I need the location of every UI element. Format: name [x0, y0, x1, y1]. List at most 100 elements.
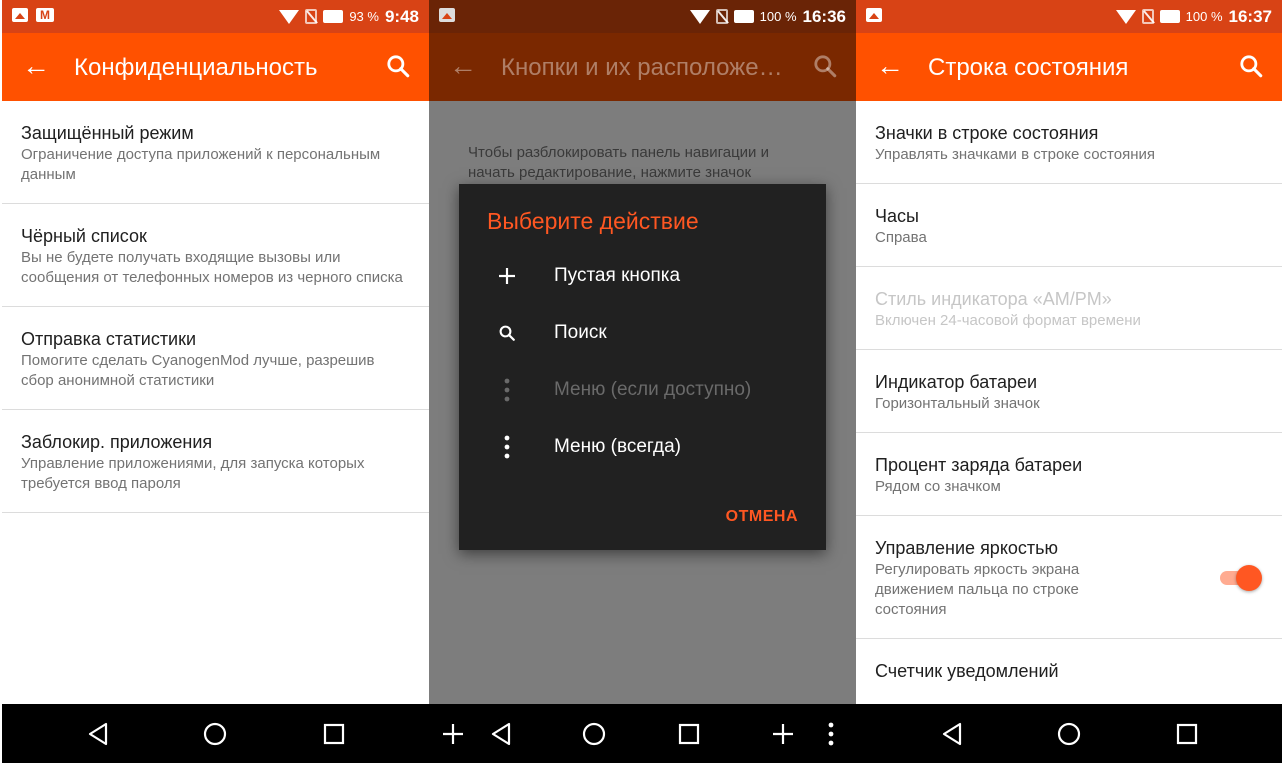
toolbar: ← Кнопки и их расположе…: [429, 33, 856, 101]
list-item-statistics[interactable]: Отправка статистики Помогите сделать Cya…: [2, 307, 429, 410]
option-menu-always[interactable]: Меню (всегда): [459, 418, 826, 475]
dialog-title: Выберите действие: [487, 208, 699, 234]
item-summary: Вы не будете получать входящие вызовы ил…: [21, 249, 403, 286]
no-sim-icon: [715, 9, 728, 24]
list-item-brightness-control[interactable]: Управление яркостью Регулировать яркость…: [856, 516, 1282, 639]
status-bar: M 93 % 9:48: [2, 0, 429, 33]
item-title: Значки в строке состояния: [875, 123, 1099, 143]
gmail-notification-icon: M: [36, 8, 54, 22]
item-title: Заблокир. приложения: [21, 432, 213, 452]
list-item-notification-count[interactable]: Счетчик уведомлений: [856, 639, 1282, 701]
battery-icon: [733, 10, 754, 23]
item-title: Процент заряда батареи: [875, 455, 1083, 475]
search-icon[interactable]: [1238, 53, 1264, 79]
option-label: Меню (всегда): [554, 435, 681, 457]
wifi-icon: [1115, 9, 1136, 24]
status-bar: 100 % 16:37: [856, 0, 1282, 33]
instruction-text: Чтобы разблокировать панель навигации и …: [468, 144, 769, 181]
item-summary: Включен 24-часовой формат времени: [875, 312, 1141, 329]
clock: 16:37: [1228, 6, 1272, 26]
item-summary: Справа: [875, 229, 927, 246]
item-title: Часы: [875, 206, 919, 226]
nav-plus-icon[interactable]: [437, 704, 469, 763]
item-summary: Горизонтальный значок: [875, 395, 1040, 412]
page-title: Строка состояния: [928, 54, 1129, 81]
toolbar: ← Строка состояния: [856, 33, 1282, 101]
battery-percent: 100 %: [1185, 9, 1223, 24]
option-empty-button[interactable]: Пустая кнопка: [459, 247, 826, 304]
battery-percent: 100 %: [759, 9, 797, 24]
screen-buttons-layout: 100 % 16:36 ← Кнопки и их расположе… Что…: [429, 0, 856, 763]
cancel-button[interactable]: ОТМЕНА: [726, 508, 798, 526]
back-arrow-icon[interactable]: ←: [22, 51, 50, 81]
list-item-protected-mode[interactable]: Защищённый режим Ограничение доступа при…: [2, 101, 429, 204]
navigation-bar: [429, 704, 856, 763]
item-summary: Ограничение доступа приложений к персона…: [21, 146, 381, 183]
page-title: Конфиденциальность: [74, 54, 318, 81]
item-summary: Помогите сделать CyanogenMod лучше, разр…: [21, 352, 375, 389]
option-label: Пустая кнопка: [554, 264, 681, 286]
image-notification-icon: [12, 8, 28, 22]
back-arrow-icon[interactable]: ←: [876, 51, 904, 81]
wifi-icon: [279, 9, 300, 24]
nav-recents-icon[interactable]: [669, 704, 709, 763]
nav-back-icon[interactable]: [481, 704, 521, 763]
navigation-bar: [2, 704, 429, 763]
plus-icon: [459, 267, 554, 285]
status-bar: 100 % 16:36: [429, 0, 856, 33]
nav-back-icon[interactable]: [932, 704, 972, 763]
more-vert-icon: [459, 378, 554, 402]
item-summary: Управление приложениями, для запуска кот…: [21, 455, 365, 492]
battery-icon: [1159, 10, 1180, 23]
nav-home-icon[interactable]: [195, 704, 235, 763]
more-vert-icon: [459, 435, 554, 459]
battery-percent: 93 %: [349, 9, 379, 24]
nav-more-vert-icon[interactable]: [819, 704, 843, 763]
item-summary: Управлять значками в строке состояния: [875, 146, 1155, 163]
toggle-thumb: [1236, 565, 1262, 591]
back-arrow-icon[interactable]: ←: [449, 51, 477, 81]
nav-recents-icon[interactable]: [1167, 704, 1207, 763]
item-summary: Рядом со значком: [875, 478, 1001, 495]
item-title: Чёрный список: [21, 226, 147, 246]
no-sim-icon: [305, 9, 318, 24]
nav-home-icon[interactable]: [574, 704, 614, 763]
clock: 16:36: [802, 6, 846, 26]
option-label: Поиск: [554, 321, 607, 343]
clock: 9:48: [384, 6, 419, 26]
navigation-bar: [856, 704, 1282, 763]
item-title: Индикатор батареи: [875, 372, 1038, 392]
image-notification-icon: [866, 8, 882, 22]
item-title: Управление яркостью: [875, 538, 1059, 558]
image-notification-icon: [439, 8, 455, 22]
list-item-locked-apps[interactable]: Заблокир. приложения Управление приложен…: [2, 410, 429, 513]
list-item-battery-percent[interactable]: Процент заряда батареи Рядом со значком: [856, 433, 1282, 516]
list-item-clock[interactable]: Часы Справа: [856, 184, 1282, 267]
page-title: Кнопки и их расположе…: [501, 54, 783, 81]
nav-plus-icon[interactable]: [767, 704, 799, 763]
list-item-blacklist[interactable]: Чёрный список Вы не будете получать вход…: [2, 204, 429, 307]
nav-home-icon[interactable]: [1049, 704, 1089, 763]
settings-list: Защищённый режим Ограничение доступа при…: [2, 101, 429, 513]
option-menu-if-available: Меню (если доступно): [459, 361, 826, 418]
option-search[interactable]: Поиск: [459, 304, 826, 361]
wifi-icon: [689, 9, 710, 24]
no-sim-icon: [1141, 9, 1154, 24]
screen-status-bar-settings: 100 % 16:37 ← Строка состояния Значки в …: [856, 0, 1282, 763]
list-item-am-pm-style: Стиль индикатора «AM/PM» Включен 24-часо…: [856, 267, 1282, 350]
list-item-battery-indicator[interactable]: Индикатор батареи Горизонтальный значок: [856, 350, 1282, 433]
option-label: Меню (если доступно): [554, 378, 752, 400]
item-title: Стиль индикатора «AM/PM»: [875, 289, 1112, 309]
battery-icon: [323, 10, 344, 23]
nav-recents-icon[interactable]: [314, 704, 354, 763]
screen-privacy: M 93 % 9:48 ← Конфиденциальность Защищён…: [2, 0, 429, 763]
choose-action-dialog: Выберите действие Пустая кнопка Поиск Ме…: [459, 184, 826, 550]
item-summary: Регулировать яркость экрана движением па…: [875, 561, 1080, 618]
toolbar: ← Конфиденциальность: [2, 33, 429, 101]
list-item-status-icons[interactable]: Значки в строке состояния Управлять знач…: [856, 101, 1282, 184]
brightness-toggle[interactable]: [1220, 564, 1262, 592]
search-icon[interactable]: [385, 53, 411, 79]
nav-back-icon[interactable]: [78, 704, 118, 763]
search-icon[interactable]: [812, 53, 838, 79]
search-icon: [459, 324, 554, 342]
